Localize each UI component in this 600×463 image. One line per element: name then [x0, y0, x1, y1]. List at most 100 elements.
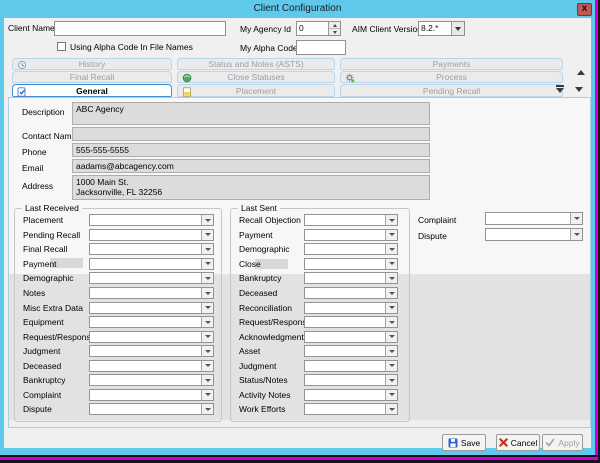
- combo-dropdown-button[interactable]: [201, 375, 213, 386]
- combo-box[interactable]: [89, 403, 214, 416]
- my-agency-id-label: My Agency Id: [240, 24, 292, 34]
- save-floppy-icon: [448, 438, 458, 447]
- combo-box[interactable]: [304, 330, 398, 343]
- combo-box[interactable]: [89, 359, 214, 372]
- combo-value: [90, 375, 201, 385]
- field-label: Bankruptcy: [23, 375, 66, 386]
- tab-final-recall[interactable]: Final Recall: [12, 71, 172, 83]
- combo-box[interactable]: [304, 374, 398, 387]
- contact-name-field[interactable]: [72, 127, 430, 141]
- tab-close-statuses[interactable]: Close Statuses: [177, 71, 335, 83]
- combo-box[interactable]: [89, 257, 214, 270]
- combo-box[interactable]: [304, 214, 398, 227]
- combo-dropdown-button[interactable]: [201, 360, 213, 371]
- combo-dropdown-button[interactable]: [385, 331, 397, 342]
- combo-dropdown-button[interactable]: [201, 258, 213, 269]
- combo-box[interactable]: [304, 272, 398, 285]
- combo-box[interactable]: [89, 243, 214, 256]
- combo-box[interactable]: [304, 243, 398, 256]
- combo-box[interactable]: [89, 374, 214, 387]
- combo-value: [305, 288, 385, 298]
- combo-dropdown-button[interactable]: [201, 317, 213, 328]
- combo-box[interactable]: [89, 330, 214, 343]
- phone-field[interactable]: 555-555-5555: [72, 143, 430, 157]
- dropdown-button[interactable]: [451, 22, 464, 35]
- combo-dropdown-button[interactable]: [385, 244, 397, 255]
- combo-dropdown-button[interactable]: [570, 229, 582, 240]
- combo-dropdown-button[interactable]: [201, 404, 213, 415]
- my-alpha-code-input[interactable]: [296, 40, 346, 55]
- tab-pending-recall[interactable]: Pending Recall: [340, 84, 563, 97]
- combo-dropdown-button[interactable]: [385, 258, 397, 269]
- close-button[interactable]: x: [577, 3, 592, 16]
- combo-dropdown-button[interactable]: [385, 389, 397, 400]
- combo-box[interactable]: [89, 214, 214, 227]
- tab-scroll-down-button[interactable]: [575, 87, 583, 92]
- combo-dropdown-button[interactable]: [385, 229, 397, 240]
- combo-box[interactable]: [304, 359, 398, 372]
- combo-dropdown-button[interactable]: [201, 244, 213, 255]
- combo-box[interactable]: [304, 301, 398, 314]
- save-button[interactable]: Save: [442, 434, 486, 451]
- combo-box[interactable]: [304, 345, 398, 358]
- complaint-combo[interactable]: [485, 212, 583, 225]
- combo-dropdown-button[interactable]: [385, 360, 397, 371]
- tab-process[interactable]: Process: [340, 71, 563, 83]
- combo-dropdown-button[interactable]: [201, 331, 213, 342]
- combo-dropdown-button[interactable]: [385, 273, 397, 284]
- tab-history[interactable]: History: [12, 58, 172, 70]
- combo-box[interactable]: [304, 257, 398, 270]
- last-received-row: Pending Recall: [15, 228, 221, 243]
- tab-scroll-last-button[interactable]: [556, 85, 564, 93]
- client-name-input[interactable]: [54, 21, 226, 36]
- combo-dropdown-button[interactable]: [201, 389, 213, 400]
- combo-dropdown-button[interactable]: [385, 288, 397, 298]
- combo-dropdown-button[interactable]: [201, 215, 213, 226]
- field-label: Judgment: [23, 346, 61, 357]
- combo-dropdown-button[interactable]: [385, 302, 397, 313]
- combo-dropdown-button[interactable]: [201, 273, 213, 284]
- cancel-button[interactable]: Cancel: [496, 434, 540, 451]
- stepper-down-button[interactable]: [329, 28, 340, 35]
- description-field[interactable]: ABC Agency: [72, 102, 430, 125]
- tab-payments[interactable]: Payments: [340, 58, 563, 70]
- combo-box[interactable]: [304, 228, 398, 241]
- apply-button[interactable]: Apply: [542, 434, 583, 451]
- combo-dropdown-button[interactable]: [385, 215, 397, 226]
- combo-box[interactable]: [89, 345, 214, 358]
- tab-general[interactable]: General: [12, 84, 172, 97]
- aim-client-version-select[interactable]: 8.2.*: [418, 21, 465, 36]
- combo-box[interactable]: [89, 287, 214, 299]
- combo-box[interactable]: [304, 287, 398, 299]
- combo-dropdown-button[interactable]: [385, 346, 397, 357]
- combo-dropdown-button[interactable]: [201, 288, 213, 298]
- combo-dropdown-button[interactable]: [385, 375, 397, 386]
- tab-scroll-up-button[interactable]: [577, 70, 585, 75]
- combo-box[interactable]: [304, 403, 398, 416]
- combo-box[interactable]: [304, 388, 398, 401]
- phone-label: Phone: [22, 147, 47, 157]
- combo-box[interactable]: [89, 301, 214, 314]
- combo-value: [90, 244, 201, 254]
- combo-value: [486, 213, 570, 224]
- combo-dropdown-button[interactable]: [201, 302, 213, 313]
- combo-box[interactable]: [89, 388, 214, 401]
- tab-placement[interactable]: Placement: [177, 84, 335, 97]
- combo-dropdown-button[interactable]: [201, 229, 213, 240]
- tab-status-and-notes[interactable]: Status and Notes (ASTS): [177, 58, 335, 70]
- combo-box[interactable]: [89, 272, 214, 285]
- combo-dropdown-button[interactable]: [385, 317, 397, 328]
- combo-dropdown-button[interactable]: [385, 404, 397, 415]
- process-gear-icon: [345, 73, 355, 83]
- dispute-combo[interactable]: [485, 228, 583, 241]
- combo-box[interactable]: [304, 316, 398, 329]
- combo-dropdown-button[interactable]: [570, 213, 582, 224]
- combo-value: [486, 229, 570, 240]
- alpha-code-checkbox[interactable]: [57, 42, 66, 51]
- my-agency-id-stepper[interactable]: 0: [296, 21, 341, 36]
- combo-box[interactable]: [89, 316, 214, 329]
- email-field[interactable]: aadams@abcagency.com: [72, 159, 430, 173]
- combo-dropdown-button[interactable]: [201, 346, 213, 357]
- address-field[interactable]: 1000 Main St. Jacksonville, FL 32256: [72, 175, 430, 200]
- combo-box[interactable]: [89, 228, 214, 241]
